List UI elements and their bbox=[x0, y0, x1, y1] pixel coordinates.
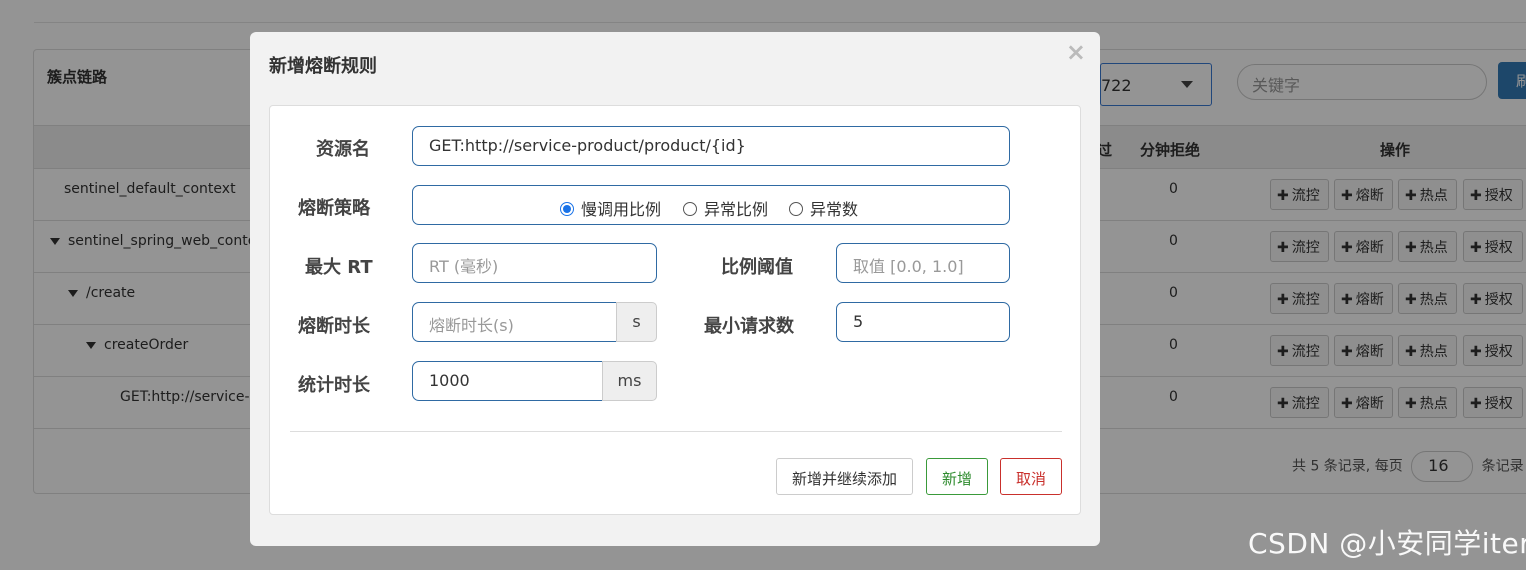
radio-label: 异常比例 bbox=[704, 200, 769, 219]
stat-duration-input[interactable]: 1000 bbox=[412, 361, 603, 401]
duration-input[interactable]: 熔断时长(s) bbox=[412, 302, 617, 342]
resource-label: 资源名 bbox=[316, 139, 370, 160]
dialog-form: 资源名 GET:http://service-product/product/{… bbox=[269, 105, 1081, 515]
radio-unchecked-icon bbox=[789, 202, 803, 216]
resource-input[interactable]: GET:http://service-product/product/{id} bbox=[412, 126, 1010, 166]
min-request-label: 最小请求数 bbox=[704, 316, 794, 337]
watermark: CSDN @小安同学iter bbox=[1248, 527, 1526, 560]
close-icon[interactable]: × bbox=[1066, 38, 1086, 66]
cancel-button[interactable]: 取消 bbox=[1000, 458, 1062, 495]
duration-label: 熔断时长 bbox=[298, 316, 370, 337]
max-rt-input[interactable]: RT (毫秒) bbox=[412, 243, 657, 283]
radio-label: 慢调用比例 bbox=[581, 200, 662, 219]
radio-unchecked-icon bbox=[683, 202, 697, 216]
add-button[interactable]: 新增 bbox=[926, 458, 988, 495]
stat-duration-unit: ms bbox=[602, 361, 657, 401]
radio-exception-ratio[interactable]: 异常比例 bbox=[683, 196, 768, 220]
max-rt-label: 最大 RT bbox=[305, 257, 373, 278]
radio-checked-icon bbox=[560, 202, 574, 216]
radio-slow-ratio[interactable]: 慢调用比例 bbox=[560, 196, 661, 220]
min-request-input[interactable]: 5 bbox=[836, 302, 1010, 342]
strategy-radio-group: 慢调用比例 异常比例 异常数 bbox=[412, 185, 1010, 225]
radio-label: 异常数 bbox=[810, 200, 859, 219]
ratio-label: 比例阈值 bbox=[721, 257, 793, 278]
duration-unit: s bbox=[616, 302, 657, 342]
stat-duration-label: 统计时长 bbox=[298, 375, 370, 396]
add-and-continue-button[interactable]: 新增并继续添加 bbox=[776, 458, 913, 495]
dialog-title: 新增熔断规则 bbox=[269, 56, 377, 77]
radio-exception-count[interactable]: 异常数 bbox=[789, 196, 858, 220]
form-divider bbox=[290, 431, 1062, 432]
add-degrade-rule-dialog: 新增熔断规则 × 资源名 GET:http://service-product/… bbox=[250, 32, 1100, 546]
strategy-label: 熔断策略 bbox=[298, 198, 370, 219]
ratio-threshold-input[interactable]: 取值 [0.0, 1.0] bbox=[836, 243, 1010, 283]
